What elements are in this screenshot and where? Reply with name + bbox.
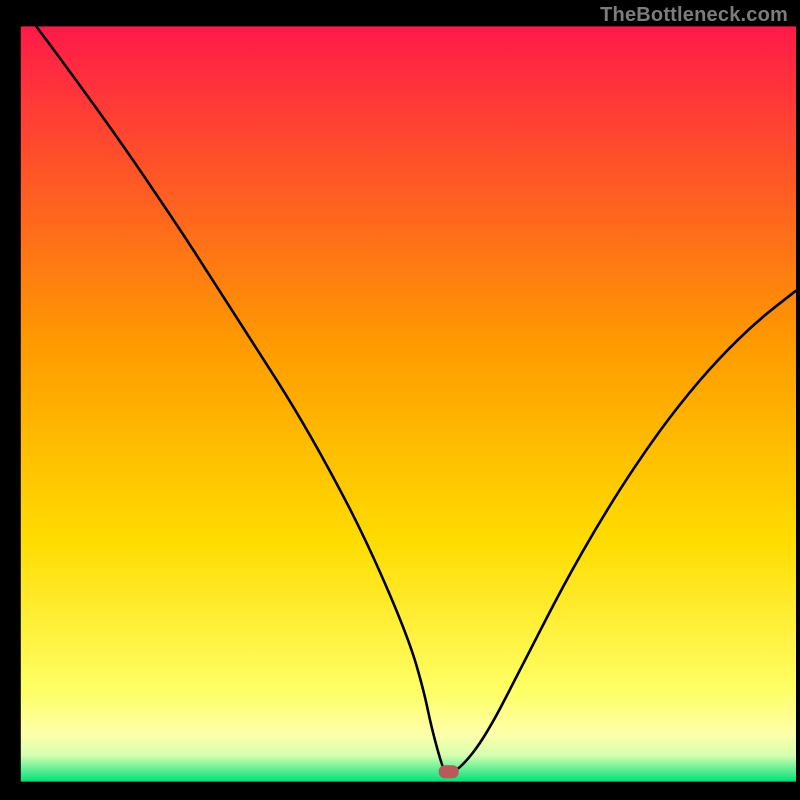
bottleneck-chart bbox=[0, 0, 800, 800]
attribution-text: TheBottleneck.com bbox=[600, 4, 788, 27]
chart-stage: TheBottleneck.com bbox=[0, 0, 800, 800]
optimal-point-marker bbox=[439, 765, 459, 778]
